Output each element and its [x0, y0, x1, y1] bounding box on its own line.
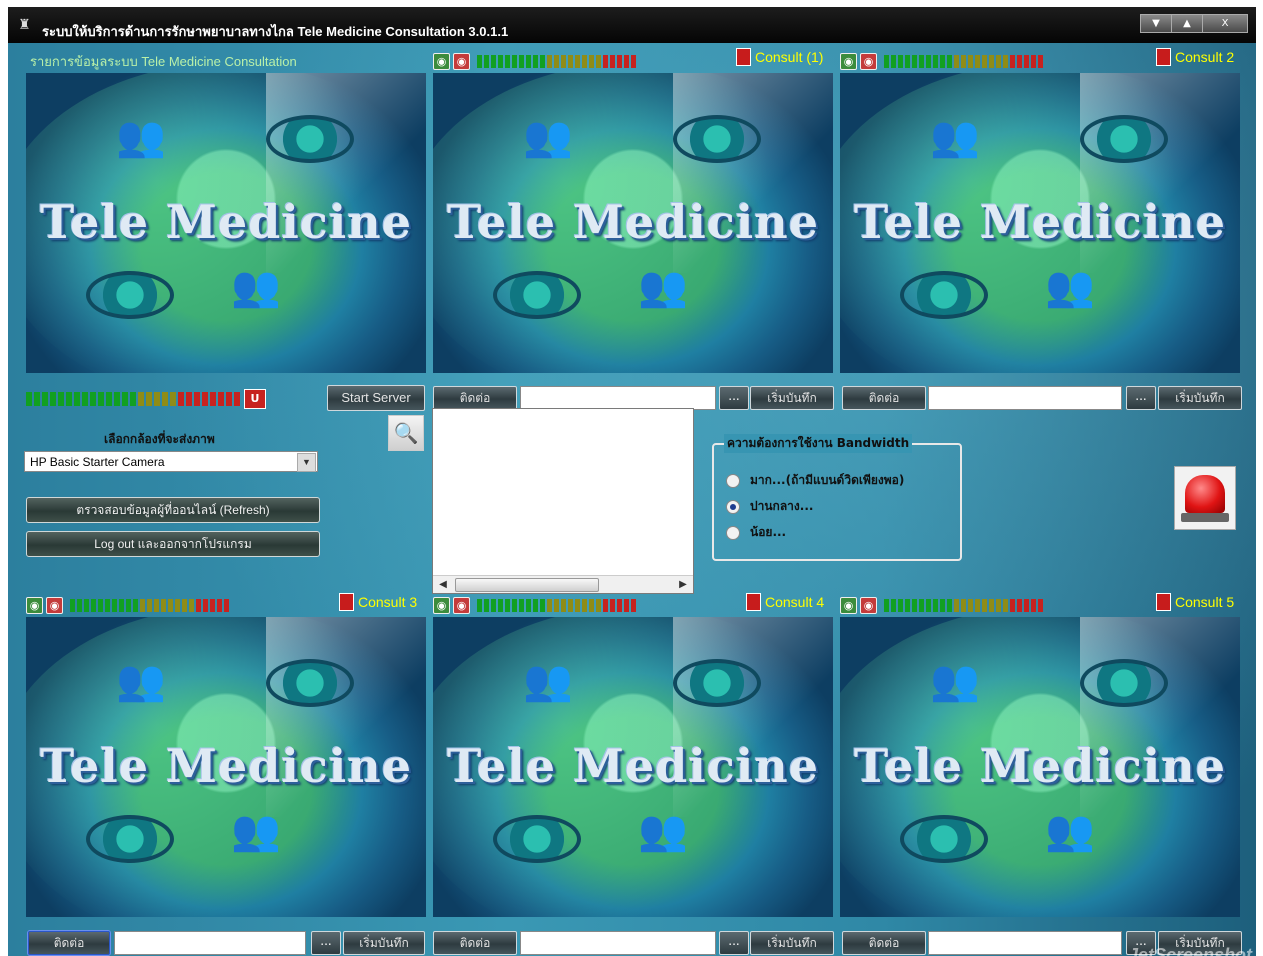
radio-high[interactable]	[726, 473, 740, 488]
title-bar: ♜ ระบบให้บริการด้านการรักษาพยาบาลทางไกล …	[8, 7, 1256, 43]
book-icon	[339, 593, 354, 611]
audio-level-meter	[884, 598, 1045, 612]
refresh-button[interactable]: ตรวจสอบข้อมูลผู้ที่ออนไลน์ (Refresh)	[26, 497, 320, 523]
book-icon	[736, 48, 751, 66]
consult-label-2[interactable]: Consult 2	[1156, 48, 1234, 66]
video-panel-consult-1: 👥 👥 Tele Medicine	[433, 73, 833, 373]
video-banner: Tele Medicine	[854, 739, 1226, 793]
video-panel-consult-5: 👥 👥 Tele Medicine	[840, 617, 1240, 917]
address-field-consult-4[interactable]	[520, 931, 716, 955]
contact-button-consult-5[interactable]: ติดต่อ	[842, 931, 926, 955]
mic-on-icon[interactable]: ◉	[860, 52, 877, 70]
record-icon[interactable]: U	[244, 389, 266, 409]
record-button-consult-2[interactable]: เริ่มบันทึก	[1158, 386, 1242, 410]
maximize-button[interactable]: ▲	[1171, 14, 1203, 33]
video-banner: Tele Medicine	[40, 195, 412, 249]
audio-level-meter	[477, 598, 638, 612]
consult-label-5[interactable]: Consult 5	[1156, 593, 1234, 611]
mic-on-icon[interactable]: ◉	[453, 52, 470, 70]
scroll-right-icon[interactable]: ▶	[675, 576, 691, 593]
book-icon	[1156, 593, 1171, 611]
search-icon[interactable]: 🔍	[388, 415, 424, 451]
close-button[interactable]: X	[1202, 14, 1248, 33]
radio-medium[interactable]	[726, 499, 740, 514]
video-panel-consult-4: 👥 👥 Tele Medicine	[433, 617, 833, 917]
video-banner: Tele Medicine	[854, 195, 1226, 249]
system-info-label: รายการข้อมูลระบบ Tele Medicine Consultat…	[30, 54, 297, 69]
browse-button-consult-2[interactable]: ...	[1126, 386, 1156, 410]
browse-button-consult-3[interactable]: ...	[311, 931, 341, 955]
consult-label-3[interactable]: Consult 3	[339, 593, 417, 611]
browse-button-consult-4[interactable]: ...	[719, 931, 749, 955]
app-icon: ♜	[18, 17, 31, 33]
scroll-thumb[interactable]	[455, 578, 599, 592]
record-button-consult-4[interactable]: เริ่มบันทึก	[750, 931, 834, 955]
watermark: JetScreenshot	[1128, 945, 1253, 956]
address-field-consult-2[interactable]	[928, 386, 1122, 410]
status-row-consult-5: ◉ ◉	[840, 596, 1045, 614]
contact-button-consult-1[interactable]: ติดต่อ	[433, 386, 517, 410]
audio-level-meter	[70, 598, 231, 612]
app-window: ♜ ระบบให้บริการด้านการรักษาพยาบาลทางไกล …	[8, 7, 1256, 956]
camera-on-icon[interactable]: ◉	[840, 596, 857, 614]
alarm-siren-icon[interactable]	[1174, 466, 1236, 530]
camera-select-label: เลือกกล้องที่จะส่งภาพ	[104, 432, 215, 446]
camera-select[interactable]: HP Basic Starter Camera ▼	[24, 451, 318, 472]
bandwidth-option-low[interactable]: น้อย...	[726, 523, 786, 542]
chevron-down-icon[interactable]: ▼	[297, 453, 316, 472]
bandwidth-option-high[interactable]: มาก...(ถ้ามีแบนด์วิดเพียงพอ)	[726, 471, 904, 490]
camera-select-value: HP Basic Starter Camera	[30, 455, 165, 469]
address-field-consult-5[interactable]	[928, 931, 1122, 955]
video-banner: Tele Medicine	[447, 195, 819, 249]
horizontal-scrollbar[interactable]: ◀ ▶	[433, 575, 693, 593]
scroll-left-icon[interactable]: ◀	[435, 576, 451, 593]
online-users-list[interactable]: ◀ ▶	[432, 408, 694, 594]
camera-on-icon[interactable]: ◉	[433, 596, 450, 614]
record-button-consult-3[interactable]: เริ่มบันทึก	[343, 931, 425, 955]
status-row-consult-4: ◉ ◉	[433, 596, 638, 614]
camera-on-icon[interactable]: ◉	[26, 596, 43, 614]
video-banner: Tele Medicine	[447, 739, 819, 793]
window-title: ระบบให้บริการด้านการรักษาพยาบาลทางไกล Te…	[42, 24, 509, 39]
mic-on-icon[interactable]: ◉	[46, 596, 63, 614]
minimize-button[interactable]: ▼	[1140, 14, 1172, 33]
book-icon	[746, 593, 761, 611]
start-server-button[interactable]: Start Server	[327, 385, 425, 411]
radio-low[interactable]	[726, 525, 740, 540]
video-panel-consult-2: 👥 👥 Tele Medicine	[840, 73, 1240, 373]
consult-label-1[interactable]: Consult (1)	[736, 48, 823, 66]
consult-label-4[interactable]: Consult 4	[746, 593, 824, 611]
address-field-consult-3[interactable]	[114, 931, 306, 955]
contact-button-consult-4[interactable]: ติดต่อ	[433, 931, 517, 955]
camera-on-icon[interactable]: ◉	[433, 52, 450, 70]
bandwidth-legend: ความต้องการใช้งาน Bandwidth	[724, 434, 913, 453]
audio-level-meter	[477, 54, 638, 68]
contact-button-consult-2[interactable]: ติดต่อ	[842, 386, 926, 410]
camera-on-icon[interactable]: ◉	[840, 52, 857, 70]
record-button-consult-1[interactable]: เริ่มบันทึก	[750, 386, 834, 410]
mic-on-icon[interactable]: ◉	[453, 596, 470, 614]
logout-button[interactable]: Log out และออกจากโปรแกรม	[26, 531, 320, 557]
audio-level-meter	[884, 54, 1045, 68]
status-row-consult-2: ◉ ◉	[840, 52, 1045, 70]
status-row-consult-3: ◉ ◉	[26, 596, 231, 614]
contact-button-consult-3[interactable]: ติดต่อ	[28, 931, 110, 955]
video-panel-consult-3: 👥 👥 Tele Medicine	[26, 617, 426, 917]
address-field-consult-1[interactable]	[520, 386, 716, 410]
bandwidth-option-medium[interactable]: ปานกลาง...	[726, 497, 813, 516]
mic-on-icon[interactable]: ◉	[860, 596, 877, 614]
video-panel-local: 👥 👥 Tele Medicine	[26, 73, 426, 373]
status-row-consult-1: ◉ ◉	[433, 52, 638, 70]
bandwidth-group: ความต้องการใช้งาน Bandwidth มาก...(ถ้ามี…	[712, 434, 962, 561]
server-level-meter: U	[26, 389, 266, 409]
book-icon	[1156, 48, 1171, 66]
browse-button-consult-1[interactable]: ...	[719, 386, 749, 410]
video-banner: Tele Medicine	[40, 739, 412, 793]
main-area: รายการข้อมูลระบบ Tele Medicine Consultat…	[8, 43, 1256, 956]
